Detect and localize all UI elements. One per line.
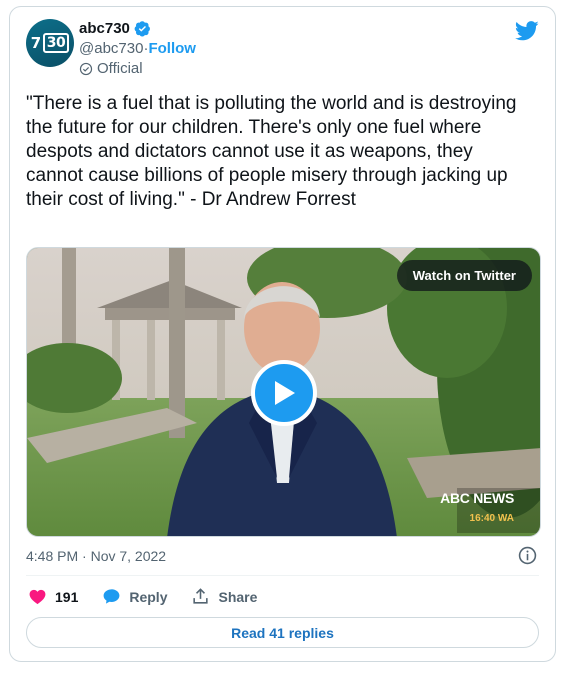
divider	[26, 575, 539, 576]
avatar[interactable]: 7 30	[26, 19, 74, 67]
play-button[interactable]	[251, 360, 317, 426]
official-check-icon	[79, 62, 93, 75]
tweet-text: "There is a fuel that is polluting the w…	[26, 93, 522, 210]
abc730-logo: 7 30	[30, 33, 70, 53]
avatar-logo-box: 30	[42, 33, 70, 53]
reply-button[interactable]: Reply	[102, 587, 167, 606]
video-player[interactable]: Watch on Twitter ABC NEWS 16:40 WA	[26, 247, 541, 537]
share-button[interactable]: Share	[191, 587, 257, 606]
reply-bubble-icon	[103, 589, 120, 604]
heart-icon	[29, 589, 46, 605]
info-icon[interactable]	[518, 546, 537, 565]
tweet-timestamp[interactable]: 4:48 PM · Nov 7, 2022	[26, 548, 166, 564]
author-display-name[interactable]: abc730	[79, 20, 130, 37]
tweet-card: 7 30 abc730 @abc730 · Follow Official "T…	[9, 6, 556, 662]
share-label: Share	[218, 588, 258, 605]
news-time-label: 16:40 WA	[469, 513, 514, 524]
avatar-logo-text: 7	[30, 34, 41, 52]
tweet-actions: 191 Reply Share	[28, 587, 281, 606]
author-handle-row: @abc730 · Follow	[79, 40, 196, 57]
like-count: 191	[55, 588, 79, 605]
author-name-row: abc730	[79, 20, 151, 37]
play-icon	[275, 381, 295, 405]
reply-label: Reply	[129, 588, 168, 605]
verified-badge-icon	[134, 21, 150, 37]
watch-on-twitter-button[interactable]: Watch on Twitter	[396, 260, 532, 291]
follow-button[interactable]: Follow	[148, 40, 196, 57]
share-icon	[193, 588, 209, 604]
twitter-bird-icon[interactable]	[515, 21, 539, 41]
read-replies-button[interactable]: Read 41 replies	[26, 617, 539, 648]
author-handle[interactable]: @abc730	[79, 40, 143, 57]
official-label-row: Official	[79, 60, 143, 77]
abc-news-logo: ABC NEWS	[440, 490, 514, 506]
like-button[interactable]: 191	[28, 587, 78, 606]
official-label: Official	[97, 60, 143, 77]
